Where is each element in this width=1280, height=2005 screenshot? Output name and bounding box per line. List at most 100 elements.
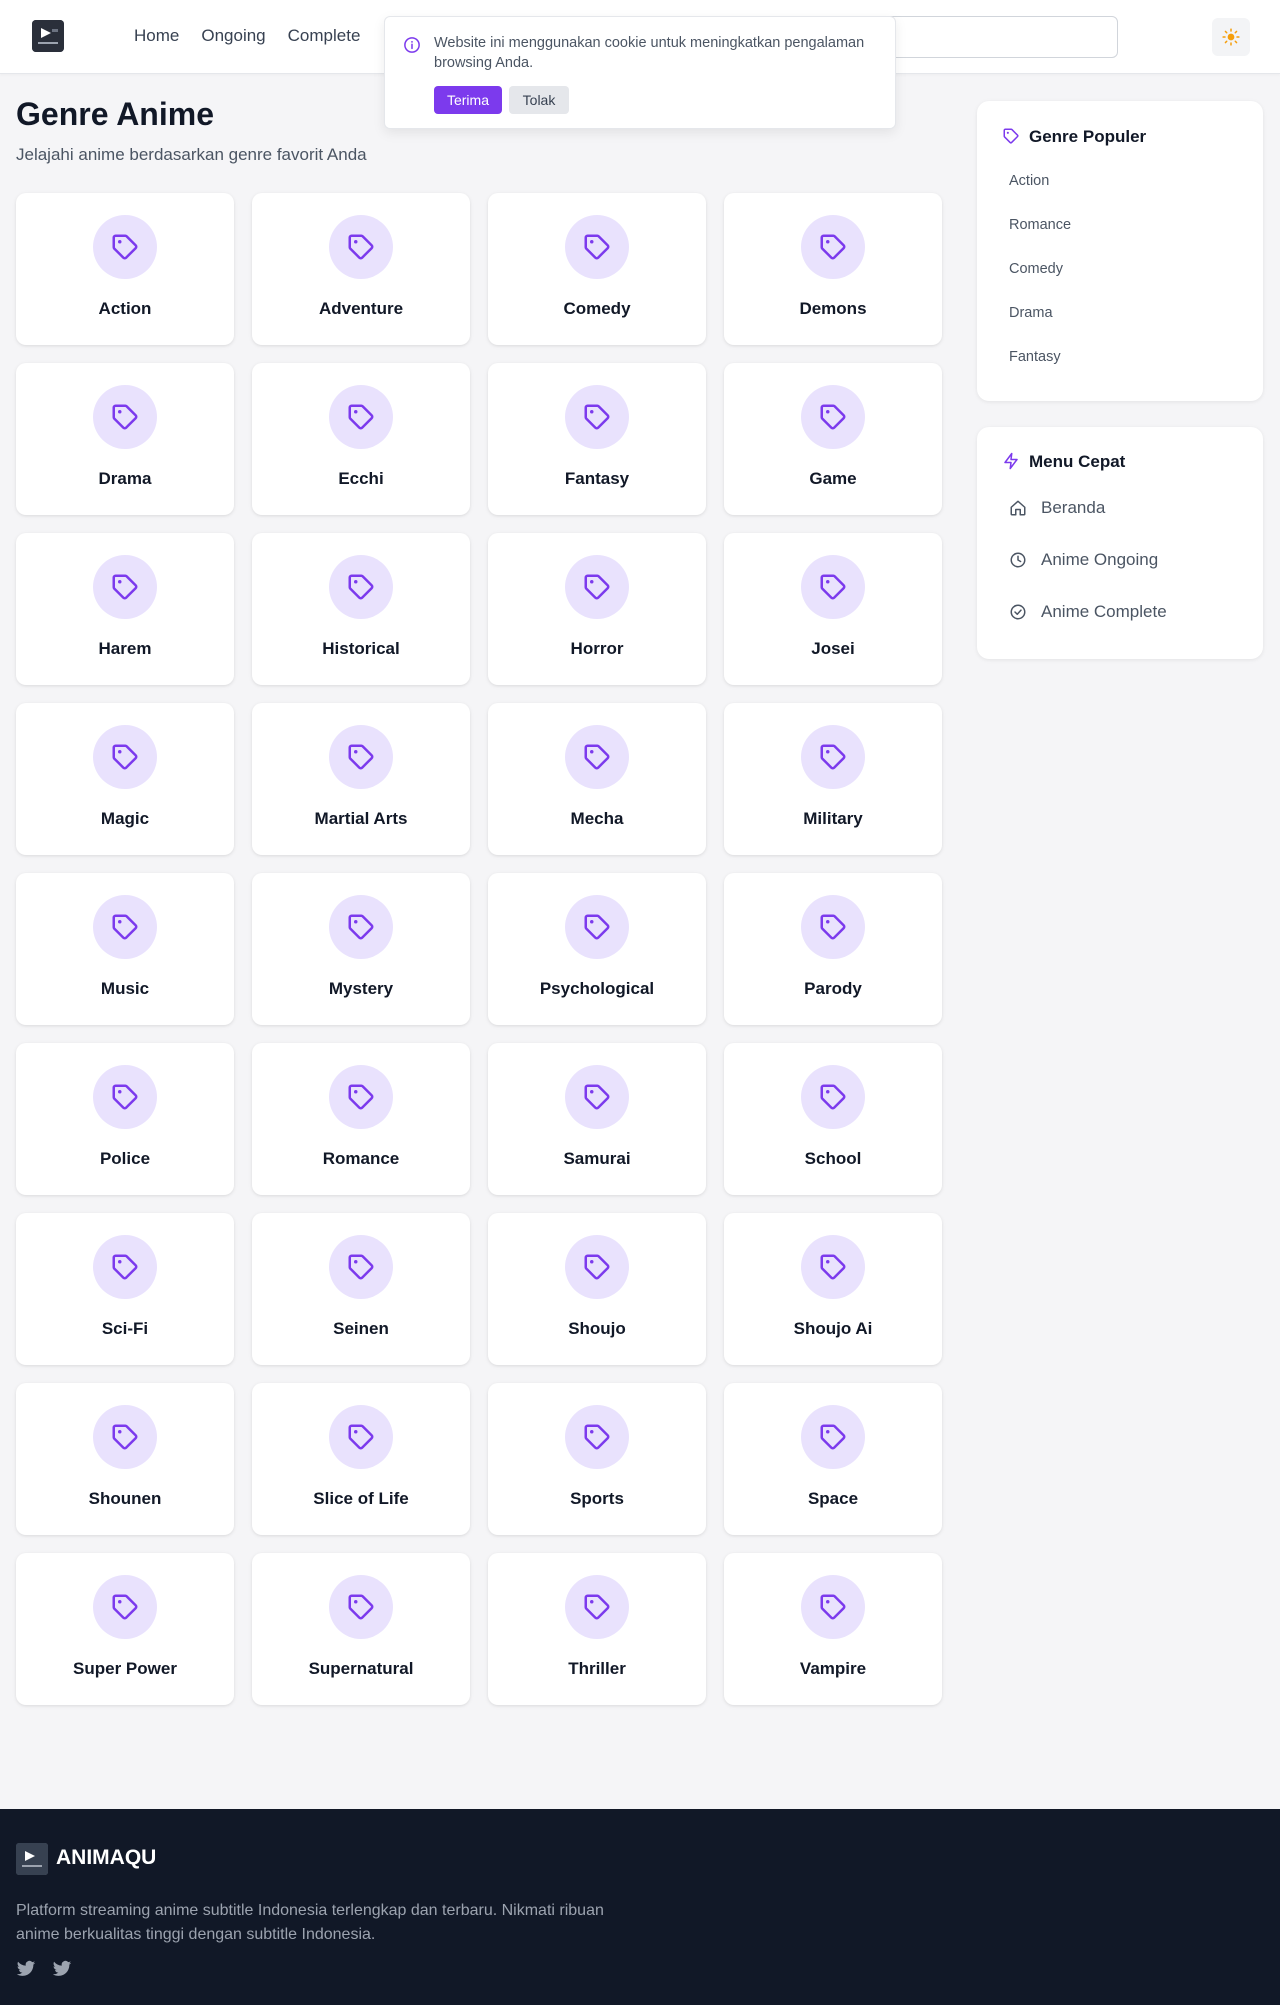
- genre-card[interactable]: Horror: [488, 533, 706, 685]
- genre-card[interactable]: Space: [724, 1383, 942, 1535]
- genre-card[interactable]: Romance: [252, 1043, 470, 1195]
- genre-card[interactable]: Harem: [16, 533, 234, 685]
- genre-label: School: [804, 1149, 862, 1168]
- genre-card[interactable]: Sports: [488, 1383, 706, 1535]
- genre-icon-badge: [329, 1575, 393, 1639]
- genre-icon-badge: [801, 1065, 865, 1129]
- genre-card[interactable]: Drama: [16, 363, 234, 515]
- check-circle-icon: [1010, 604, 1026, 620]
- tag-icon: [584, 1594, 610, 1620]
- genre-card[interactable]: Demons: [724, 193, 942, 345]
- nav-ongoing[interactable]: Ongoing: [201, 26, 265, 46]
- nav-complete[interactable]: Complete: [288, 26, 361, 46]
- genre-card[interactable]: Vampire: [724, 1553, 942, 1705]
- cookie-decline-button[interactable]: Tolak: [509, 86, 569, 114]
- genre-icon-badge: [93, 555, 157, 619]
- tag-icon: [348, 1084, 374, 1110]
- genre-card[interactable]: Sci-Fi: [16, 1213, 234, 1365]
- genre-card[interactable]: Shoujo: [488, 1213, 706, 1365]
- genre-card[interactable]: Game: [724, 363, 942, 515]
- genre-card[interactable]: Supernatural: [252, 1553, 470, 1705]
- tag-icon: [1003, 128, 1019, 144]
- genre-card[interactable]: Shoujo Ai: [724, 1213, 942, 1365]
- genre-label: Shoujo: [568, 1319, 626, 1338]
- tag-icon: [348, 744, 374, 770]
- tag-icon: [348, 574, 374, 600]
- genre-label: Sci-Fi: [101, 1319, 149, 1338]
- genre-icon-badge: [93, 1235, 157, 1299]
- genre-card[interactable]: Parody: [724, 873, 942, 1025]
- genre-card[interactable]: Music: [16, 873, 234, 1025]
- genre-card[interactable]: Shounen: [16, 1383, 234, 1535]
- quick-link-ongoing[interactable]: Anime Ongoing: [1009, 550, 1158, 570]
- twitter-link[interactable]: [52, 1960, 72, 1978]
- genre-icon-badge: [329, 895, 393, 959]
- genre-card[interactable]: Slice of Life: [252, 1383, 470, 1535]
- tag-icon: [112, 1084, 138, 1110]
- genre-label: Slice of Life: [313, 1489, 409, 1508]
- genre-icon-badge: [93, 1405, 157, 1469]
- genre-icon-badge: [801, 385, 865, 449]
- tag-icon: [820, 1084, 846, 1110]
- genre-card[interactable]: Psychological: [488, 873, 706, 1025]
- genre-label: Thriller: [568, 1659, 626, 1678]
- genre-label: Sports: [570, 1489, 624, 1508]
- popular-genre-link[interactable]: Action: [1009, 173, 1049, 189]
- tag-icon: [112, 1424, 138, 1450]
- genre-card[interactable]: Fantasy: [488, 363, 706, 515]
- quick-link-complete[interactable]: Anime Complete: [1009, 602, 1167, 622]
- genre-card[interactable]: Mecha: [488, 703, 706, 855]
- quick-link-beranda[interactable]: Beranda: [1009, 498, 1105, 518]
- tag-icon: [820, 914, 846, 940]
- twitter-link[interactable]: [16, 1960, 36, 1978]
- genre-card[interactable]: Historical: [252, 533, 470, 685]
- tag-icon: [112, 1254, 138, 1280]
- tag-icon: [348, 1254, 374, 1280]
- genre-icon-badge: [801, 215, 865, 279]
- theme-toggle-button[interactable]: [1212, 18, 1250, 56]
- twitter-icon: [52, 1960, 72, 1976]
- genre-icon-badge: [801, 555, 865, 619]
- genre-card[interactable]: Thriller: [488, 1553, 706, 1705]
- tag-icon: [584, 404, 610, 430]
- genre-card[interactable]: Magic: [16, 703, 234, 855]
- tag-icon: [348, 1594, 374, 1620]
- search-input[interactable]: [880, 16, 1118, 58]
- play-logo-icon: [16, 1843, 48, 1875]
- tag-icon: [348, 234, 374, 260]
- popular-genre-link[interactable]: Fantasy: [1009, 349, 1061, 365]
- genre-icon-badge: [565, 725, 629, 789]
- genre-icon-badge: [93, 1575, 157, 1639]
- tag-icon: [112, 574, 138, 600]
- genre-label: Magic: [100, 809, 150, 828]
- genre-card[interactable]: Samurai: [488, 1043, 706, 1195]
- popular-genre-link[interactable]: Romance: [1009, 217, 1071, 233]
- site-logo[interactable]: [32, 20, 64, 52]
- genre-icon-badge: [93, 1065, 157, 1129]
- genre-card[interactable]: Action: [16, 193, 234, 345]
- popular-genre-link[interactable]: Drama: [1009, 305, 1053, 321]
- genre-label: Space: [807, 1489, 859, 1508]
- genre-card[interactable]: Josei: [724, 533, 942, 685]
- genre-card[interactable]: Comedy: [488, 193, 706, 345]
- page-subtitle: Jelajahi anime berdasarkan genre favorit…: [16, 145, 367, 164]
- genre-label: Historical: [322, 639, 400, 658]
- popular-genre-link[interactable]: Comedy: [1009, 261, 1063, 277]
- genre-label: Horror: [570, 639, 624, 658]
- cookie-accept-button[interactable]: Terima: [434, 86, 502, 114]
- genre-card[interactable]: Martial Arts: [252, 703, 470, 855]
- genre-card[interactable]: School: [724, 1043, 942, 1195]
- genre-card[interactable]: Police: [16, 1043, 234, 1195]
- genre-card[interactable]: Ecchi: [252, 363, 470, 515]
- tag-icon: [820, 404, 846, 430]
- genre-card[interactable]: Military: [724, 703, 942, 855]
- genre-card[interactable]: Adventure: [252, 193, 470, 345]
- genre-card[interactable]: Mystery: [252, 873, 470, 1025]
- nav-home[interactable]: Home: [134, 26, 179, 46]
- genre-icon-badge: [329, 1065, 393, 1129]
- genre-card[interactable]: Seinen: [252, 1213, 470, 1365]
- genre-label: Game: [809, 469, 857, 488]
- info-icon: [404, 37, 420, 53]
- genre-label: Romance: [322, 1149, 400, 1168]
- genre-card[interactable]: Super Power: [16, 1553, 234, 1705]
